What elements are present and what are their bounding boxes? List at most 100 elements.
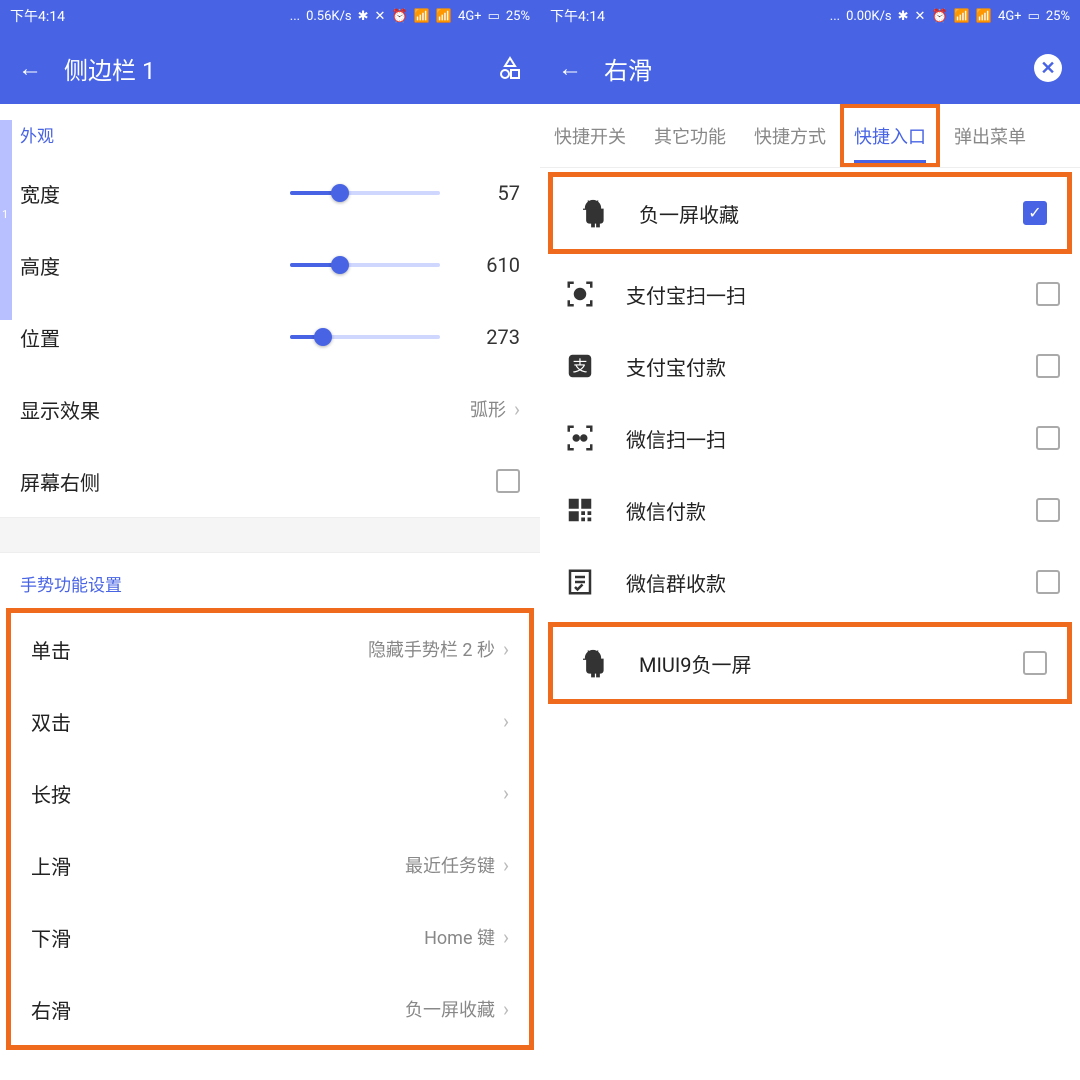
item-label: 支付宝扫一扫 (626, 280, 1036, 309)
screen-left: 1 下午4:14 ... 0.56K/s ✱ ✕ ⏰ 📶 📶 4G+ ▭ 25%… (0, 0, 540, 1080)
receipt-icon (560, 562, 600, 602)
back-button[interactable]: ← (18, 54, 42, 83)
chevron-right-icon: › (503, 637, 509, 661)
display-effect-label: 显示效果 (20, 395, 470, 424)
status-net: 4G+ (458, 9, 482, 24)
slider-pos-value: 273 (460, 325, 520, 349)
item-label: MIUI9负一屏 (639, 649, 1023, 678)
page-title: 右滑 (604, 51, 1034, 86)
item-miui9[interactable]: MIUI9负一屏 (553, 627, 1067, 699)
status-net: 4G+ (998, 9, 1022, 24)
gesture-row-longpress[interactable]: 长按› (11, 757, 529, 829)
app-bar: ← 侧边栏 1 (0, 32, 540, 104)
slider-width-label: 宽度 (20, 179, 290, 208)
close-button[interactable]: ✕ (1034, 54, 1062, 82)
tab-4[interactable]: 弹出菜单 (940, 104, 1040, 167)
display-effect-row[interactable]: 显示效果 弧形 › (0, 373, 540, 445)
item-label: 微信扫一扫 (626, 424, 1036, 453)
item-checkbox[interactable] (1036, 570, 1060, 594)
slider-width-row[interactable]: 宽度 57 (0, 157, 540, 229)
slider-pos-row[interactable]: 位置 273 (0, 301, 540, 373)
signal-icon: 📶 (414, 9, 430, 24)
status-dots: ... (830, 9, 840, 24)
gesture-value: 负一屏收藏 (405, 996, 495, 1022)
display-effect-value: 弧形 (470, 396, 506, 422)
item-label: 负一屏收藏 (639, 199, 1023, 228)
shapes-icon[interactable] (498, 56, 522, 80)
status-speed: 0.00K/s (846, 9, 892, 24)
item-wrap-alibapay: 支支付宝付款 (540, 330, 1080, 402)
item-wxgroup[interactable]: 微信群收款 (540, 546, 1080, 618)
status-battery: 25% (1046, 9, 1070, 24)
gesture-row-swiperight[interactable]: 右滑负一屏收藏› (11, 973, 529, 1045)
tab-0[interactable]: 快捷开关 (540, 104, 640, 167)
item-checkbox[interactable] (1023, 651, 1047, 675)
item-checkbox[interactable] (1036, 426, 1060, 450)
qr-icon (560, 490, 600, 530)
tab-2[interactable]: 快捷方式 (740, 104, 840, 167)
gesture-label: 右滑 (31, 995, 405, 1024)
sidebar-preview-label: 1 (2, 208, 8, 221)
item-fav[interactable]: 负一屏收藏 (553, 177, 1067, 249)
tab-1[interactable]: 其它功能 (640, 104, 740, 167)
signal2-icon: 📶 (436, 9, 452, 24)
item-wxscan[interactable]: 微信扫一扫 (540, 402, 1080, 474)
signal2-icon: 📶 (976, 9, 992, 24)
back-button[interactable]: ← (558, 54, 582, 83)
section-divider (0, 517, 540, 553)
slider-height-track[interactable] (290, 263, 440, 267)
status-dots: ... (290, 9, 300, 24)
item-checkbox[interactable] (1023, 201, 1047, 225)
screen-right-label: 屏幕右侧 (20, 467, 496, 496)
page-title: 侧边栏 1 (64, 51, 498, 86)
gesture-label: 下滑 (31, 923, 424, 952)
gesture-label: 上滑 (31, 851, 405, 880)
gesture-label: 长按 (31, 779, 503, 808)
screen-right-row[interactable]: 屏幕右侧 (0, 445, 540, 517)
slider-height-thumb[interactable] (331, 256, 349, 274)
chevron-right-icon: › (503, 781, 509, 805)
item-wrap-wxscan: 微信扫一扫 (540, 402, 1080, 474)
gesture-row-swipedown[interactable]: 下滑Home 键 › (11, 901, 529, 973)
slider-width-value: 57 (460, 181, 520, 205)
gesture-row-dbltap[interactable]: 双击› (11, 685, 529, 757)
slider-width-thumb[interactable] (331, 184, 349, 202)
android-icon (573, 193, 613, 233)
slider-pos-thumb[interactable] (314, 328, 332, 346)
section-gestures: 手势功能设置 (0, 553, 540, 606)
item-wxpay[interactable]: 微信付款 (540, 474, 1080, 546)
slider-height-label: 高度 (20, 251, 290, 280)
signal-icon: 📶 (954, 9, 970, 24)
item-wrap-wxpay: 微信付款 (540, 474, 1080, 546)
status-time: 下午4:14 (10, 6, 65, 26)
gesture-value: 最近任务键 (405, 852, 495, 878)
android-icon (573, 643, 613, 683)
battery-icon: ▭ (488, 9, 500, 24)
gesture-list-highlight: 单击隐藏手势栏 2 秒›双击›长按›上滑最近任务键›下滑Home 键›右滑负一屏… (6, 608, 534, 1050)
item-checkbox[interactable] (1036, 282, 1060, 306)
sidebar-preview-handle[interactable]: 1 (0, 120, 12, 320)
screen-right: 下午4:14 ... 0.00K/s ✱ ✕ ⏰ 📶 📶 4G+ ▭ 25% ←… (540, 0, 1080, 1080)
slider-pos-track[interactable] (290, 335, 440, 339)
item-alibascan[interactable]: 支付宝扫一扫 (540, 258, 1080, 330)
tab-3[interactable]: 快捷入口 (840, 104, 940, 167)
svg-text:支: 支 (572, 357, 587, 375)
gesture-value: Home 键 (424, 924, 495, 950)
scan2-icon (560, 418, 600, 458)
item-checkbox[interactable] (1036, 498, 1060, 522)
dnd-icon: ✕ (915, 9, 926, 24)
chevron-right-icon: › (503, 709, 509, 733)
gesture-label: 单击 (31, 635, 368, 664)
slider-width-track[interactable] (290, 191, 440, 195)
battery-icon: ▭ (1028, 9, 1040, 24)
chevron-right-icon: › (514, 397, 520, 421)
gesture-row-swipeup[interactable]: 上滑最近任务键› (11, 829, 529, 901)
item-checkbox[interactable] (1036, 354, 1060, 378)
item-wrap-alibascan: 支付宝扫一扫 (540, 258, 1080, 330)
status-time: 下午4:14 (550, 6, 605, 26)
gesture-row-tap[interactable]: 单击隐藏手势栏 2 秒› (11, 613, 529, 685)
chevron-right-icon: › (503, 925, 509, 949)
slider-height-row[interactable]: 高度 610 (0, 229, 540, 301)
screen-right-checkbox[interactable] (496, 469, 520, 493)
item-alibapay[interactable]: 支支付宝付款 (540, 330, 1080, 402)
